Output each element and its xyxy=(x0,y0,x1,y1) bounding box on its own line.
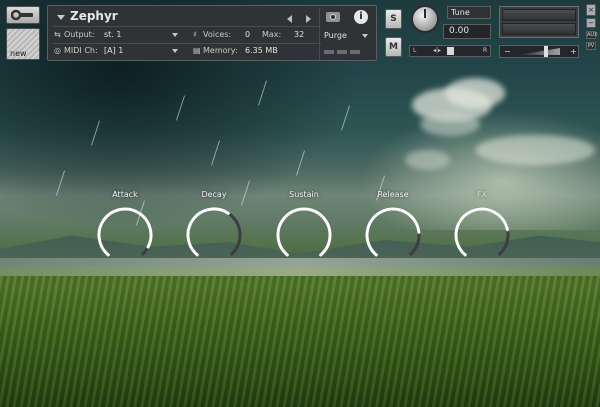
knob-value-arc xyxy=(186,207,230,257)
fx-knob[interactable]: FX xyxy=(448,190,516,266)
instrument-name[interactable]: Zephyr xyxy=(70,9,118,23)
voices-icon: ♯ xyxy=(193,30,197,39)
knob-value-arc xyxy=(276,207,332,257)
tune-value[interactable]: 0.00 xyxy=(443,24,491,39)
decay-knob[interactable]: Decay xyxy=(180,190,248,266)
voices-label: Voices: xyxy=(203,30,232,39)
volume-slider[interactable]: − + xyxy=(499,45,579,58)
caret-down-icon[interactable] xyxy=(57,15,65,20)
purge-indicator xyxy=(324,50,360,54)
output-select[interactable]: st. 1 xyxy=(104,30,121,39)
camera-icon[interactable] xyxy=(326,12,340,22)
divider xyxy=(53,43,321,44)
close-button[interactable]: × xyxy=(586,4,596,16)
release-knob[interactable]: Release xyxy=(359,190,427,266)
tune-knob[interactable] xyxy=(411,5,439,33)
release-knob-dial[interactable] xyxy=(362,204,424,266)
wrench-edit-button[interactable] xyxy=(6,6,40,24)
new-snapshot-button[interactable]: new xyxy=(6,28,40,60)
midi-channel-label: MIDI Ch: xyxy=(64,46,98,55)
divider xyxy=(319,8,320,60)
previous-instrument-icon[interactable] xyxy=(287,15,292,23)
aux-button[interactable]: AUX xyxy=(586,31,598,39)
volume-slider-handle[interactable] xyxy=(544,46,548,57)
memory-value: 6.35 MB xyxy=(245,46,278,55)
output-icon: ⇆ xyxy=(54,30,61,39)
volume-minus-label: − xyxy=(504,47,511,56)
max-voices-label: Max: xyxy=(262,30,282,39)
sustain-knob-dial[interactable] xyxy=(273,204,335,266)
level-meter xyxy=(499,6,579,38)
new-label: new xyxy=(10,49,27,58)
info-icon[interactable]: i xyxy=(354,10,368,24)
midi-channel-select[interactable]: [A] 1 xyxy=(104,46,123,55)
pan-left-label: L xyxy=(413,47,417,54)
mute-button[interactable]: M xyxy=(385,37,402,57)
volume-ramp xyxy=(518,48,560,55)
knob-value-arc xyxy=(454,207,509,257)
pan-center-label: ◂|▸ xyxy=(433,47,442,54)
next-instrument-icon[interactable] xyxy=(306,15,311,23)
output-dropdown-icon[interactable] xyxy=(172,33,178,37)
pv-button[interactable]: PV xyxy=(586,42,596,50)
attack-label: Attack xyxy=(112,190,138,199)
instrument-header-panel: Zephyr ⇆ Output: st. 1 ♯ Voices: 0 Max: … xyxy=(47,5,377,61)
decay-label: Decay xyxy=(201,190,227,199)
knob-value-arc xyxy=(365,207,421,257)
purge-button[interactable]: Purge xyxy=(324,31,347,40)
attack-knob[interactable]: Attack xyxy=(91,190,159,266)
tune-label: Tune xyxy=(447,6,491,19)
attack-knob-dial[interactable] xyxy=(94,204,156,266)
minimize-button[interactable]: − xyxy=(586,18,596,28)
max-voices-value[interactable]: 32 xyxy=(294,30,304,39)
volume-plus-label: + xyxy=(570,47,577,56)
knob-value-arc xyxy=(97,207,153,257)
output-label: Output: xyxy=(64,30,95,39)
midi-icon: ◎ xyxy=(54,46,61,55)
memory-label: Memory: xyxy=(203,46,238,55)
memory-icon: ▤ xyxy=(193,46,201,55)
voices-value: 0 xyxy=(245,30,251,39)
solo-button[interactable]: S xyxy=(385,9,402,29)
sustain-label: Sustain xyxy=(289,190,319,199)
pan-slider[interactable]: L ◂|▸ R xyxy=(409,45,491,57)
purge-dropdown-icon[interactable] xyxy=(362,34,368,38)
divider xyxy=(53,26,321,27)
fx-label: FX xyxy=(476,190,488,199)
midi-dropdown-icon[interactable] xyxy=(172,49,178,53)
sustain-knob[interactable]: Sustain xyxy=(270,190,338,266)
release-label: Release xyxy=(377,190,409,199)
pan-slider-handle[interactable] xyxy=(447,47,454,55)
pan-right-label: R xyxy=(483,47,488,54)
decay-knob-dial[interactable] xyxy=(183,204,245,266)
fx-knob-dial[interactable] xyxy=(451,204,513,266)
wrench-icon xyxy=(11,9,33,21)
